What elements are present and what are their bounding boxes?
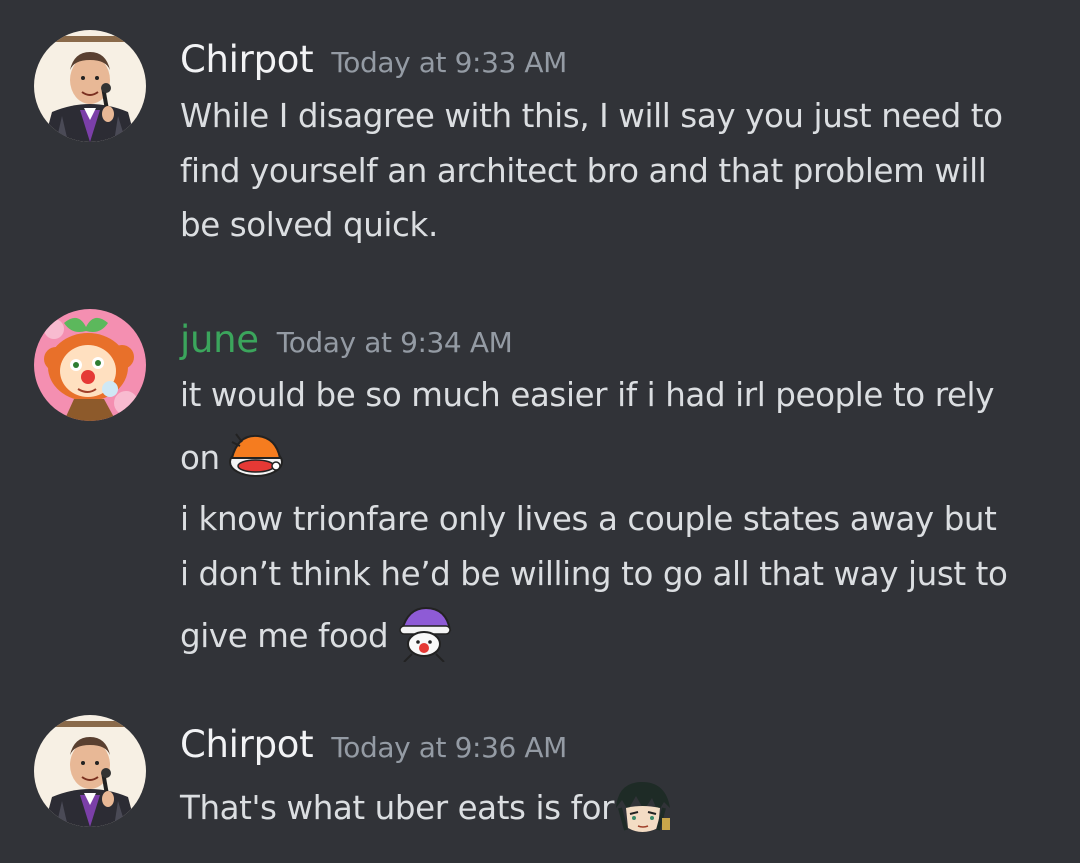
- username[interactable]: Chirpot: [180, 723, 314, 766]
- message-text-fragment: That's what uber eats is for: [180, 789, 615, 827]
- clown-girl-avatar-icon: [34, 309, 146, 421]
- avatar[interactable]: [34, 30, 146, 142]
- avatar[interactable]: [34, 715, 146, 827]
- message-text: That's what uber eats is for: [180, 782, 672, 838]
- anime-character-face-emoji-icon[interactable]: [612, 778, 672, 834]
- message-text: on: [180, 432, 286, 488]
- username[interactable]: Chirpot: [180, 38, 314, 81]
- message-text: While I disagree with this, I will say y…: [180, 97, 1003, 135]
- message-text: it would be so much easier if i had irl …: [180, 376, 995, 414]
- man-with-microphone-avatar-icon: [34, 30, 146, 142]
- timestamp[interactable]: Today at 9:34 AM: [277, 326, 513, 359]
- man-with-microphone-avatar-icon: [34, 715, 146, 827]
- timestamp[interactable]: Today at 9:36 AM: [331, 731, 567, 764]
- message-text-fragment: on: [180, 439, 220, 477]
- message-text: i know trionfare only lives a couple sta…: [180, 500, 997, 538]
- message-text: give me food: [180, 606, 454, 666]
- message-text: i don’t think he’d be willing to go all …: [180, 555, 1008, 593]
- orange-hat-creature-emoji-icon[interactable]: [226, 428, 286, 484]
- username[interactable]: june: [180, 318, 259, 361]
- purple-hat-clown-emoji-icon[interactable]: [394, 606, 454, 662]
- message-text: find yourself an architect bro and that …: [180, 152, 987, 190]
- message-text-fragment: give me food: [180, 617, 389, 655]
- avatar[interactable]: [34, 309, 146, 421]
- message-text: be solved quick.: [180, 206, 438, 244]
- chat-message-list: Chirpot Today at 9:33 AM While I disagree…: [0, 0, 1080, 863]
- timestamp[interactable]: Today at 9:33 AM: [331, 46, 567, 79]
